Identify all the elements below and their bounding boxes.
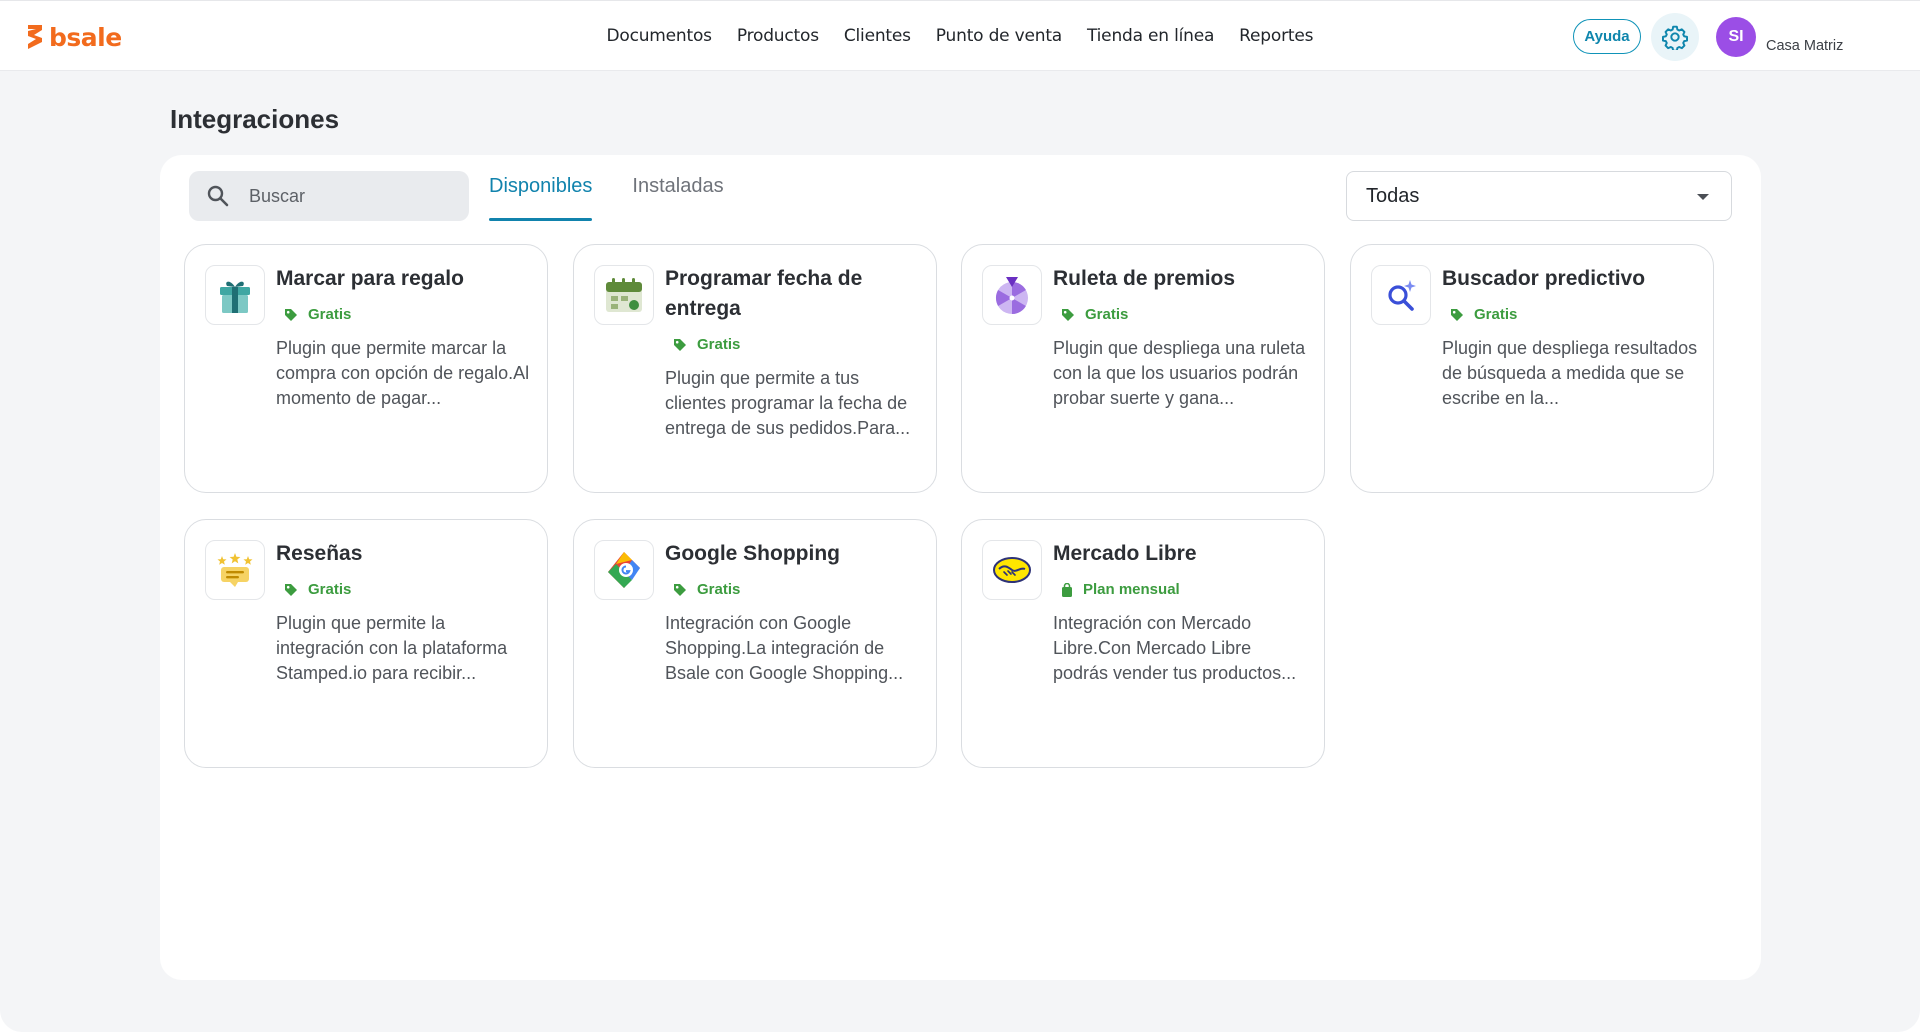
nav-productos[interactable]: Productos	[724, 26, 831, 46]
nav-clientes[interactable]: Clientes	[831, 26, 923, 46]
category-select-value: Todas	[1366, 184, 1420, 207]
card-title: Marcar para regalo	[276, 267, 464, 290]
integration-card[interactable]: Google Shopping Gratis Integración con G…	[573, 519, 937, 768]
nav-documentos[interactable]: Documentos	[594, 26, 724, 46]
card-icon-box	[205, 265, 265, 325]
search-icon	[207, 185, 229, 207]
price-label: Gratis	[308, 581, 352, 598]
card-icon-box	[594, 540, 654, 600]
nav-tienda-en-linea[interactable]: Tienda en línea	[1075, 26, 1227, 46]
card-icon-box	[594, 265, 654, 325]
tag-icon	[1451, 308, 1463, 321]
brand-name: bsale	[49, 22, 122, 52]
page-title: Integraciones	[170, 104, 340, 134]
tag-icon	[674, 338, 686, 351]
mercado-libre-icon	[993, 557, 1031, 583]
prize-wheel-icon	[995, 277, 1028, 315]
price-badge: Gratis	[1061, 306, 1128, 323]
search-box[interactable]	[189, 171, 469, 221]
card-description: Plugin que permite marcar la compra con …	[276, 338, 530, 408]
price-label: Gratis	[1085, 306, 1129, 323]
price-label: Gratis	[308, 306, 352, 323]
gift-icon	[220, 281, 250, 313]
app-frame: bsale Documentos Productos Clientes Punt…	[0, 0, 1920, 1032]
card-icon-box	[982, 540, 1042, 600]
bsale-logo-icon	[28, 25, 42, 49]
card-title: Programar fecha de entrega	[665, 267, 863, 320]
price-label: Gratis	[697, 581, 741, 598]
integration-card[interactable]: Marcar para regalo Gratis Plugin que per…	[184, 244, 548, 493]
card-description: Integración con Mercado Libre.Con Mercad…	[1053, 613, 1297, 683]
chevron-down-icon	[1697, 194, 1709, 200]
card-title: Google Shopping	[665, 542, 840, 565]
google-shopping-icon	[608, 552, 640, 588]
price-badge: Gratis	[284, 581, 351, 598]
tag-icon	[1062, 308, 1074, 321]
tab-instaladas[interactable]: Instaladas	[632, 155, 723, 221]
user-avatar[interactable]: SI	[1716, 17, 1756, 57]
card-description: Plugin que permite a tus clientes progra…	[665, 368, 911, 438]
reviews-icon	[217, 553, 253, 587]
integration-card[interactable]: Buscador predictivo Gratis Plugin que de…	[1350, 244, 1714, 493]
main-nav: Documentos Productos Clientes Punto de v…	[594, 1, 1326, 71]
tag-icon	[285, 583, 297, 596]
calendar-icon	[606, 278, 642, 312]
help-button[interactable]: Ayuda	[1573, 19, 1641, 54]
price-badge: Gratis	[673, 581, 740, 598]
card-title: Ruleta de premios	[1053, 267, 1236, 290]
search-input[interactable]	[249, 171, 459, 221]
shopping-bag-icon	[1062, 582, 1072, 597]
card-title: Mercado Libre	[1053, 542, 1197, 565]
price-badge: Gratis	[1450, 306, 1517, 323]
card-title: Buscador predictivo	[1442, 267, 1646, 290]
price-badge: Gratis	[673, 336, 740, 353]
integration-card[interactable]: Reseñas Gratis Plugin que permite la int…	[184, 519, 548, 768]
integrations-panel: Disponibles Instaladas Todas Marcar para…	[160, 155, 1761, 980]
branch-name[interactable]: Casa Matriz	[1766, 38, 1843, 54]
nav-punto-de-venta[interactable]: Punto de venta	[923, 26, 1074, 46]
tag-icon	[674, 583, 686, 596]
card-description: Plugin que despliega una ruleta con la q…	[1053, 338, 1306, 408]
integration-card[interactable]: Programar fecha de entrega Gratis Plugin…	[573, 244, 937, 493]
tag-icon	[285, 308, 297, 321]
card-description: Plugin que despliega resultados de búsqu…	[1442, 338, 1698, 408]
price-badge: Plan mensual	[1061, 581, 1180, 598]
top-navigation-bar: bsale Documentos Productos Clientes Punt…	[0, 0, 1920, 71]
category-select[interactable]: Todas	[1346, 171, 1732, 221]
card-icon-box	[205, 540, 265, 600]
price-label: Plan mensual	[1083, 581, 1180, 598]
bsale-logo[interactable]: bsale	[25, 22, 122, 52]
card-icon-box	[1371, 265, 1431, 325]
price-label: Gratis	[697, 336, 741, 353]
price-label: Gratis	[1474, 306, 1518, 323]
card-description: Integración con Google Shopping.La integ…	[665, 613, 904, 683]
settings-button[interactable]	[1651, 13, 1699, 61]
integration-card[interactable]: Mercado Libre Plan mensual Integración c…	[961, 519, 1325, 768]
nav-reportes[interactable]: Reportes	[1227, 26, 1326, 46]
gear-icon	[1662, 25, 1688, 50]
integration-card[interactable]: Ruleta de premios Gratis Plugin que desp…	[961, 244, 1325, 493]
predictive-search-icon	[1388, 280, 1416, 311]
tab-disponibles[interactable]: Disponibles	[489, 155, 593, 221]
price-badge: Gratis	[284, 306, 351, 323]
integration-tabs: Disponibles Instaladas	[489, 155, 764, 221]
card-description: Plugin que permite la integración con la…	[276, 613, 508, 683]
card-icon-box	[982, 265, 1042, 325]
card-title: Reseñas	[276, 542, 363, 565]
